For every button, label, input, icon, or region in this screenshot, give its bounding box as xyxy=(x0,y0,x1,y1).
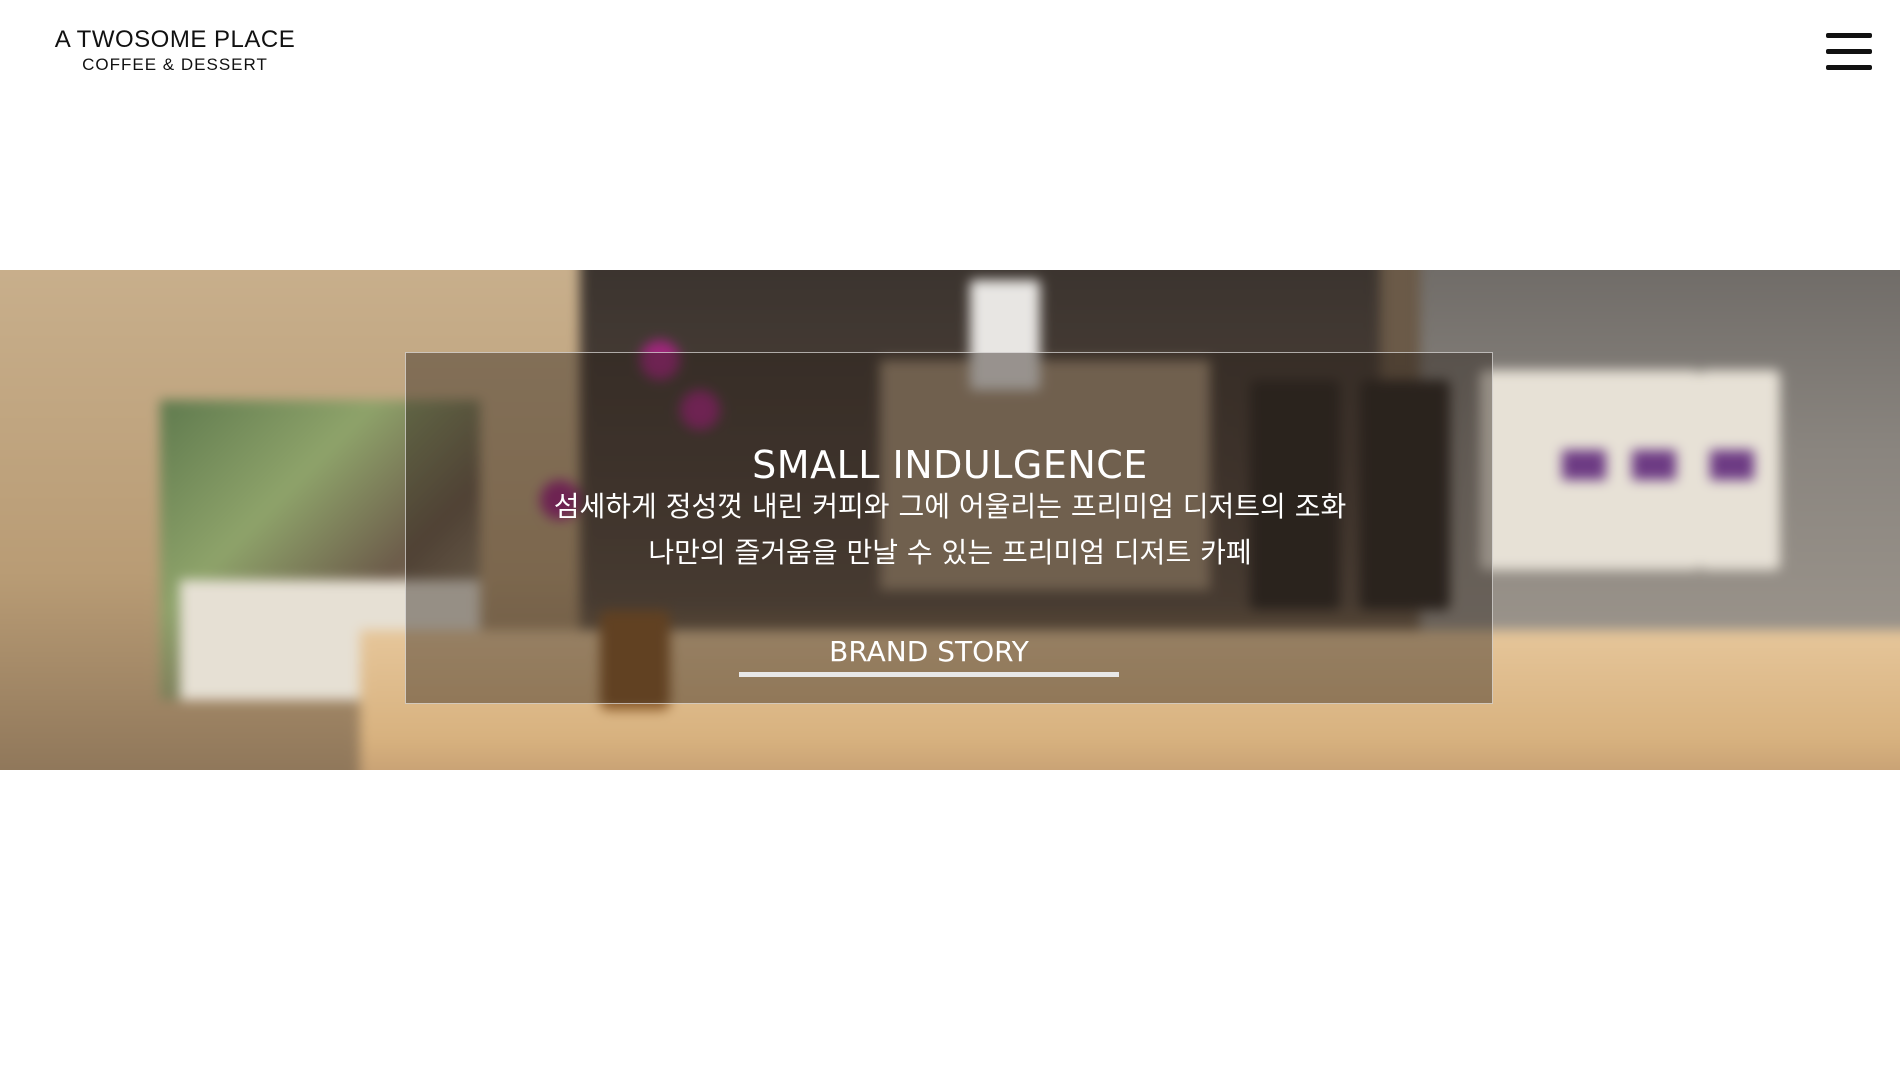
hero-title: SMALL INDULGENCE xyxy=(752,443,1148,487)
brand-logo[interactable]: A TWOSOME PLACE COFFEE & DESSERT xyxy=(44,26,306,76)
logo-subtitle: COFFEE & DESSERT xyxy=(82,55,268,74)
menu-bar xyxy=(1826,65,1872,70)
site-header: A TWOSOME PLACE COFFEE & DESSERT xyxy=(0,0,1900,110)
hero-banner: SMALL INDULGENCE 섬세하게 정성껏 내린 커피와 그에 어울리는… xyxy=(0,270,1900,770)
hero-description-line1: 섬세하게 정성껏 내린 커피와 그에 어울리는 프리미엄 디저트의 조화 xyxy=(553,490,1347,523)
menu-bar xyxy=(1826,33,1872,38)
hero-description-line2: 나만의 즐거움을 만날 수 있는 프리미엄 디저트 카페 xyxy=(648,536,1252,569)
brand-story-link[interactable]: BRAND STORY xyxy=(739,635,1119,677)
menu-bar xyxy=(1826,49,1872,54)
logo-title: A TWOSOME PLACE xyxy=(54,26,296,53)
hero-text-panel: SMALL INDULGENCE 섬세하게 정성껏 내린 커피와 그에 어울리는… xyxy=(405,352,1493,704)
hamburger-menu-icon[interactable] xyxy=(1826,33,1872,71)
